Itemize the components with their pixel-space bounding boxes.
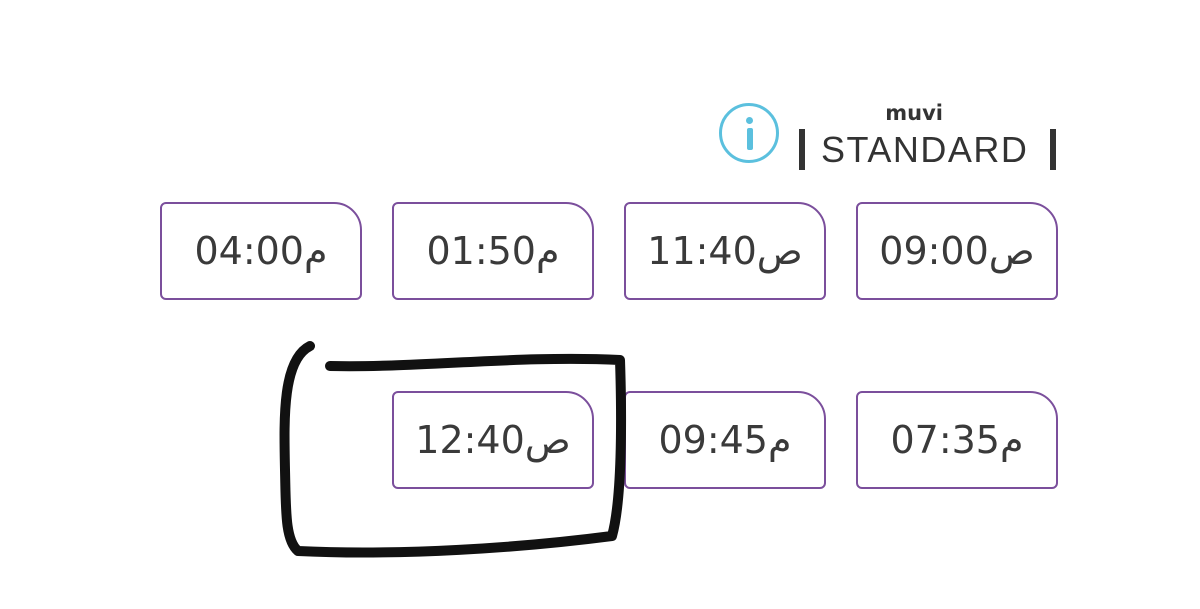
showtime-button[interactable]: 01:50م bbox=[392, 202, 594, 300]
info-icon-stem bbox=[746, 128, 753, 150]
showtime-label: 01:50م bbox=[426, 229, 560, 273]
hand-drawn-annotation bbox=[279, 341, 627, 558]
showtime-button[interactable]: 11:40ص bbox=[624, 202, 826, 300]
brand-sub: muvi bbox=[885, 101, 943, 125]
brand-bar-left bbox=[799, 129, 805, 170]
showtime-button[interactable]: 12:40ص bbox=[392, 391, 594, 489]
showtime-label: 09:45م bbox=[658, 418, 792, 462]
brand-title: STANDARD bbox=[821, 129, 1029, 170]
info-icon[interactable] bbox=[719, 103, 779, 163]
showtime-label: 12:40ص bbox=[415, 418, 571, 462]
showtime-label: 07:35م bbox=[890, 418, 1024, 462]
showtime-button[interactable]: 09:00ص bbox=[856, 202, 1058, 300]
showtime-button[interactable]: 07:35م bbox=[856, 391, 1058, 489]
info-icon-dot bbox=[746, 117, 753, 124]
showtime-label: 09:00ص bbox=[879, 229, 1035, 273]
brand-bar-right bbox=[1050, 129, 1056, 170]
brand-logo: muvi STANDARD bbox=[799, 100, 1059, 172]
showtime-label: 04:00م bbox=[194, 229, 328, 273]
showtime-button[interactable]: 09:45م bbox=[624, 391, 826, 489]
showtime-button[interactable]: 04:00م bbox=[160, 202, 362, 300]
showtime-label: 11:40ص bbox=[647, 229, 803, 273]
